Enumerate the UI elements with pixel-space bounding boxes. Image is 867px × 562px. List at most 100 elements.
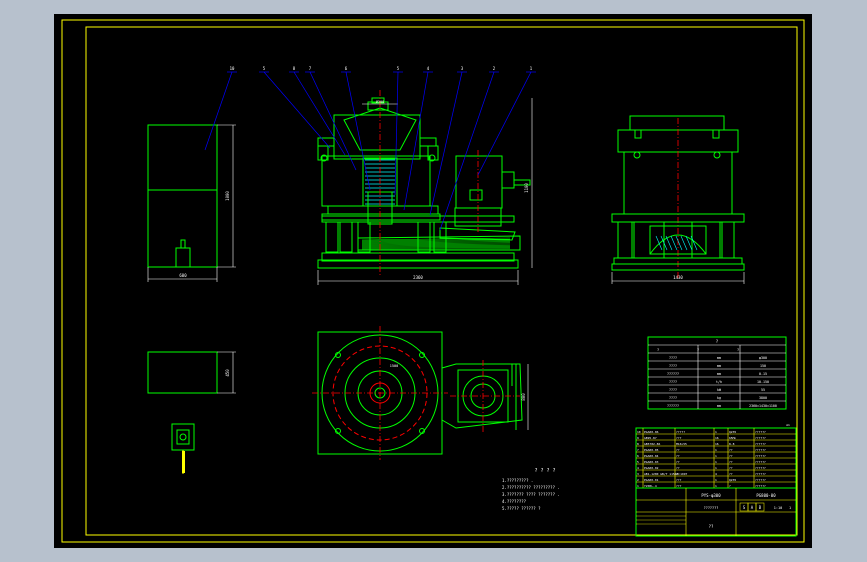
notes-line-4: 5.????? ?????? ? <box>502 506 541 511</box>
spec-cell: mm <box>717 372 721 376</box>
bom-cell: ?? <box>729 460 733 464</box>
spec-cell: ???? <box>669 396 677 400</box>
bom-cell: 65Mn <box>729 436 736 440</box>
spec-cell: ???? <box>669 380 677 384</box>
bom-cell: ?? <box>729 472 733 476</box>
bom-cell: ?? <box>676 472 680 476</box>
dim-plan-side: 800 <box>521 393 526 401</box>
spec-cell: 10-150 <box>757 380 769 384</box>
spec-cell: 150 <box>760 364 766 368</box>
bom-cell: 1 <box>715 454 717 458</box>
bom-cell: GB95-87 <box>644 436 657 440</box>
dim-box-height: 1000 <box>225 191 230 201</box>
notes-line-3: 4.???????? <box>502 499 527 504</box>
bom-cell: ?? <box>676 454 680 458</box>
bom-cell: 1 <box>715 430 717 434</box>
spec-cell: kW <box>717 388 721 392</box>
notes-line-1: 2.?????????? ????????? . <box>502 485 560 490</box>
bom-cell: ?? <box>729 454 733 458</box>
spec-header-1: ? <box>697 348 699 352</box>
bom-cell: ?????? <box>755 442 766 446</box>
bom-cell: Q235 <box>729 430 736 434</box>
bom-cell: ? <box>729 484 731 488</box>
bom-cell: 9 <box>637 436 639 440</box>
bom-cell: ??? <box>676 436 682 440</box>
bom-cell: ?????? <box>755 460 766 464</box>
bom-cell: 3 <box>637 472 639 476</box>
dim-box-plan: 450 <box>225 369 230 377</box>
bom-cell: ????? <box>676 430 685 434</box>
bom-cell: ?????? <box>755 484 766 488</box>
bom-cell: ?????? <box>755 430 766 434</box>
title-product: PYS-φ300 <box>701 493 721 498</box>
title-sheet: 1 <box>789 506 791 510</box>
bom-cell: 4 <box>637 466 639 470</box>
bom-cell: ?????? <box>755 448 766 452</box>
cad-drawing-canvas: 1000600450Ø3002360110010 5 8 7 6 5 4 3 2 11430800… <box>0 0 867 562</box>
bom-mark: A1 <box>786 423 790 427</box>
spec-cell: kg <box>717 396 721 400</box>
spec-cell: 3800 <box>759 396 767 400</box>
spec-cell: mm <box>717 404 721 408</box>
bom-cell: 1 <box>637 484 639 488</box>
title-footer: ?? <box>709 524 714 529</box>
bom-cell: 8 <box>637 442 639 446</box>
bom-cell: 1 <box>715 460 717 464</box>
title-scale: 1:10 <box>774 506 782 510</box>
bom-cell: GB5782-86 <box>644 442 660 446</box>
notes-line-2: 3.??????? ???? ??????? . <box>502 492 560 497</box>
bom-cell: Y200L-4 <box>644 484 657 488</box>
spec-cell: ???? <box>669 388 677 392</box>
bom-cell: ?????? <box>755 478 766 482</box>
bom-cell: ?????? <box>755 472 766 476</box>
bom-cell: ?? <box>729 448 733 452</box>
spec-cell: mm <box>717 356 721 360</box>
spec-cell: 2360×1430×1100 <box>749 404 777 408</box>
bom-cell: ?????? <box>755 454 766 458</box>
bom-cell: PGA00-06 <box>644 430 659 434</box>
dim-box-width: 600 <box>179 273 187 278</box>
spec-cell: 0-15 <box>759 372 767 376</box>
dim-base-length: 2360 <box>413 275 423 280</box>
bom-cell: 4 <box>715 472 717 476</box>
spec-header-2: ? <box>737 348 739 352</box>
notes-heading: ? ? ? ? <box>534 468 555 474</box>
bom-cell: 1 <box>715 466 717 470</box>
bom-cell: 7 <box>637 448 639 452</box>
bom-cell: AB1-1200 GB/T 11544-1997 <box>644 472 688 476</box>
bom-cell: 2 <box>637 478 639 482</box>
title-drawing-no: PG800-00 <box>756 493 776 498</box>
dim-side-width: 1430 <box>673 275 683 280</box>
dim-plan-length: 1500 <box>390 364 398 368</box>
bom-cell: 16 <box>715 436 719 440</box>
bom-cell: 5 <box>637 460 639 464</box>
spec-cell: mm <box>717 364 721 368</box>
bom-cell: PGA00-03 <box>644 460 659 464</box>
spec-cell: ?????? <box>667 404 679 408</box>
bom-cell: ?????? <box>755 466 766 470</box>
bom-cell: ?? <box>676 466 680 470</box>
notes-line-0: 1.????????? . <box>502 478 533 483</box>
bom-cell: PGA00-01 <box>644 478 659 482</box>
balloon-0: 10 <box>230 66 235 71</box>
bom-cell: 1 <box>715 448 717 452</box>
bom-cell: Q235 <box>729 478 736 482</box>
spec-cell: ???? <box>669 364 677 368</box>
bom-cell: ?? <box>676 448 680 452</box>
bom-cell: ?????? <box>755 436 766 440</box>
bom-cell: 1 <box>715 478 717 482</box>
bom-cell: ??? <box>676 484 682 488</box>
spec-cell: 55 <box>761 388 765 392</box>
spec-cell: ?????? <box>667 372 679 376</box>
bom-cell: PGA00-02 <box>644 466 659 470</box>
bom-cell: 10 <box>637 430 641 434</box>
bom-cell: 16 <box>715 442 719 446</box>
spec-cell: ???? <box>669 356 677 360</box>
dim-front-height: 1100 <box>524 183 529 193</box>
spec-header-0: ? <box>657 348 659 352</box>
dim-top-width: Ø300 <box>376 99 384 104</box>
bom-cell: PGA00-04 <box>644 454 659 458</box>
bom-cell: M16×55 <box>676 442 687 446</box>
bom-cell: ?? <box>729 466 733 470</box>
bom-cell: ??? <box>676 478 682 482</box>
